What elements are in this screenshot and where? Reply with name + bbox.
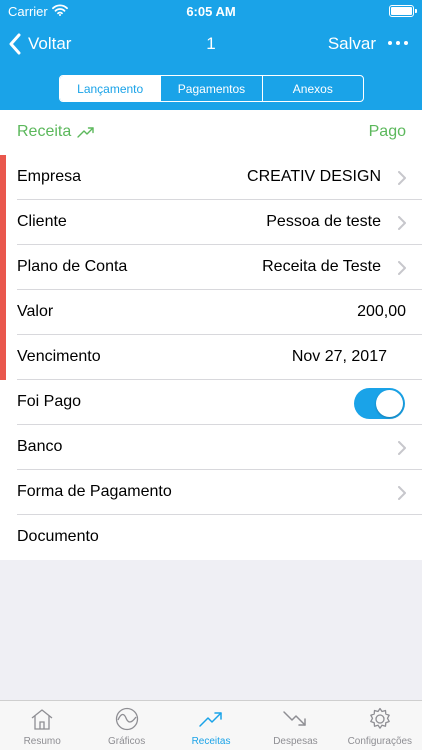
cliente-label: Cliente: [17, 213, 67, 230]
vencimento-label: Vencimento: [17, 348, 101, 365]
trending-down-icon: [283, 711, 307, 726]
status-time: 6:05 AM: [186, 4, 236, 19]
back-label: Voltar: [28, 34, 72, 53]
battery-icon: [389, 5, 417, 17]
vencimento-row[interactable]: Vencimento Nov 27, 2017: [0, 335, 422, 380]
status-bar: Carrier 6:05 AM: [0, 0, 422, 22]
segment-anexos[interactable]: Anexos: [261, 76, 363, 101]
chevron-right-icon: [398, 486, 406, 500]
chevron-right-icon: [398, 261, 406, 275]
transaction-form: Receita Pago Empresa CREATIV DESIGN Clie…: [0, 110, 422, 560]
segment-pagamentos[interactable]: Pagamentos: [160, 76, 261, 101]
chevron-right-icon: [398, 441, 406, 455]
banco-row[interactable]: Banco: [0, 425, 422, 470]
chevron-left-icon: [9, 33, 21, 55]
forma-de-pagamento-row[interactable]: Forma de Pagamento: [0, 470, 422, 515]
tab-configuracoes-label: Configurações: [347, 736, 413, 747]
chart-wave-icon: [115, 707, 138, 731]
back-button[interactable]: Voltar: [8, 31, 71, 57]
payment-status-label: Pago: [368, 123, 406, 140]
tab-graficos[interactable]: Gráficos: [84, 701, 168, 750]
tab-graficos-label: Gráficos: [107, 736, 146, 747]
banco-label: Banco: [17, 438, 63, 455]
tab-resumo-label: Resumo: [23, 736, 61, 747]
tab-receitas[interactable]: Receitas: [169, 701, 253, 750]
forma-de-pagamento-label: Forma de Pagamento: [17, 483, 172, 500]
documento-row[interactable]: Documento: [0, 515, 422, 560]
home-icon: [31, 709, 53, 730]
valor-label: Valor: [17, 303, 54, 320]
vencimento-value[interactable]: Nov 27, 2017: [292, 348, 387, 366]
cliente-value: Pessoa de teste: [266, 213, 381, 230]
chevron-right-icon: [398, 171, 406, 185]
save-button[interactable]: Salvar: [328, 34, 376, 54]
trending-up-icon: [77, 127, 94, 138]
navigation-header: Carrier 6:05 AM Voltar 1 Salvar Lançamen…: [0, 0, 422, 110]
transaction-type-row: Receita Pago: [0, 110, 422, 155]
transaction-type-text: Receita: [17, 123, 72, 140]
tab-bar: Resumo Gráficos Receitas Despesas Config…: [0, 700, 422, 750]
empresa-value: CREATIV DESIGN: [247, 168, 381, 185]
tab-receitas-label: Receitas: [191, 736, 231, 747]
segment-lancamento[interactable]: Lançamento: [60, 76, 161, 101]
trending-up-icon: [199, 712, 222, 727]
tab-configuracoes[interactable]: Configurações: [338, 701, 422, 750]
tab-resumo[interactable]: Resumo: [0, 701, 84, 750]
gear-icon: [369, 707, 390, 729]
foi-pago-label: Foi Pago: [17, 393, 82, 410]
valor-value[interactable]: 200,00: [357, 303, 406, 321]
segmented-control: Lançamento Pagamentos Anexos: [59, 75, 364, 102]
tab-despesas-label: Despesas: [273, 736, 318, 747]
more-options-icon[interactable]: [388, 36, 408, 50]
empresa-label: Empresa: [17, 168, 82, 185]
foi-pago-toggle[interactable]: [354, 388, 405, 419]
plano-de-conta-value: Receita de Teste: [262, 258, 381, 275]
foi-pago-row: Foi Pago: [0, 380, 422, 425]
tab-despesas[interactable]: Despesas: [253, 701, 337, 750]
plano-de-conta-label: Plano de Conta: [17, 258, 128, 275]
transaction-type-label: Receita: [17, 123, 95, 141]
empresa-row[interactable]: Empresa CREATIV DESIGN: [0, 155, 422, 200]
cliente-row[interactable]: Cliente Pessoa de teste: [0, 200, 422, 245]
documento-label: Documento: [17, 528, 99, 545]
valor-row[interactable]: Valor 200,00: [0, 290, 422, 335]
plano-de-conta-row[interactable]: Plano de Conta Receita de Teste: [0, 245, 422, 290]
chevron-right-icon: [398, 216, 406, 230]
